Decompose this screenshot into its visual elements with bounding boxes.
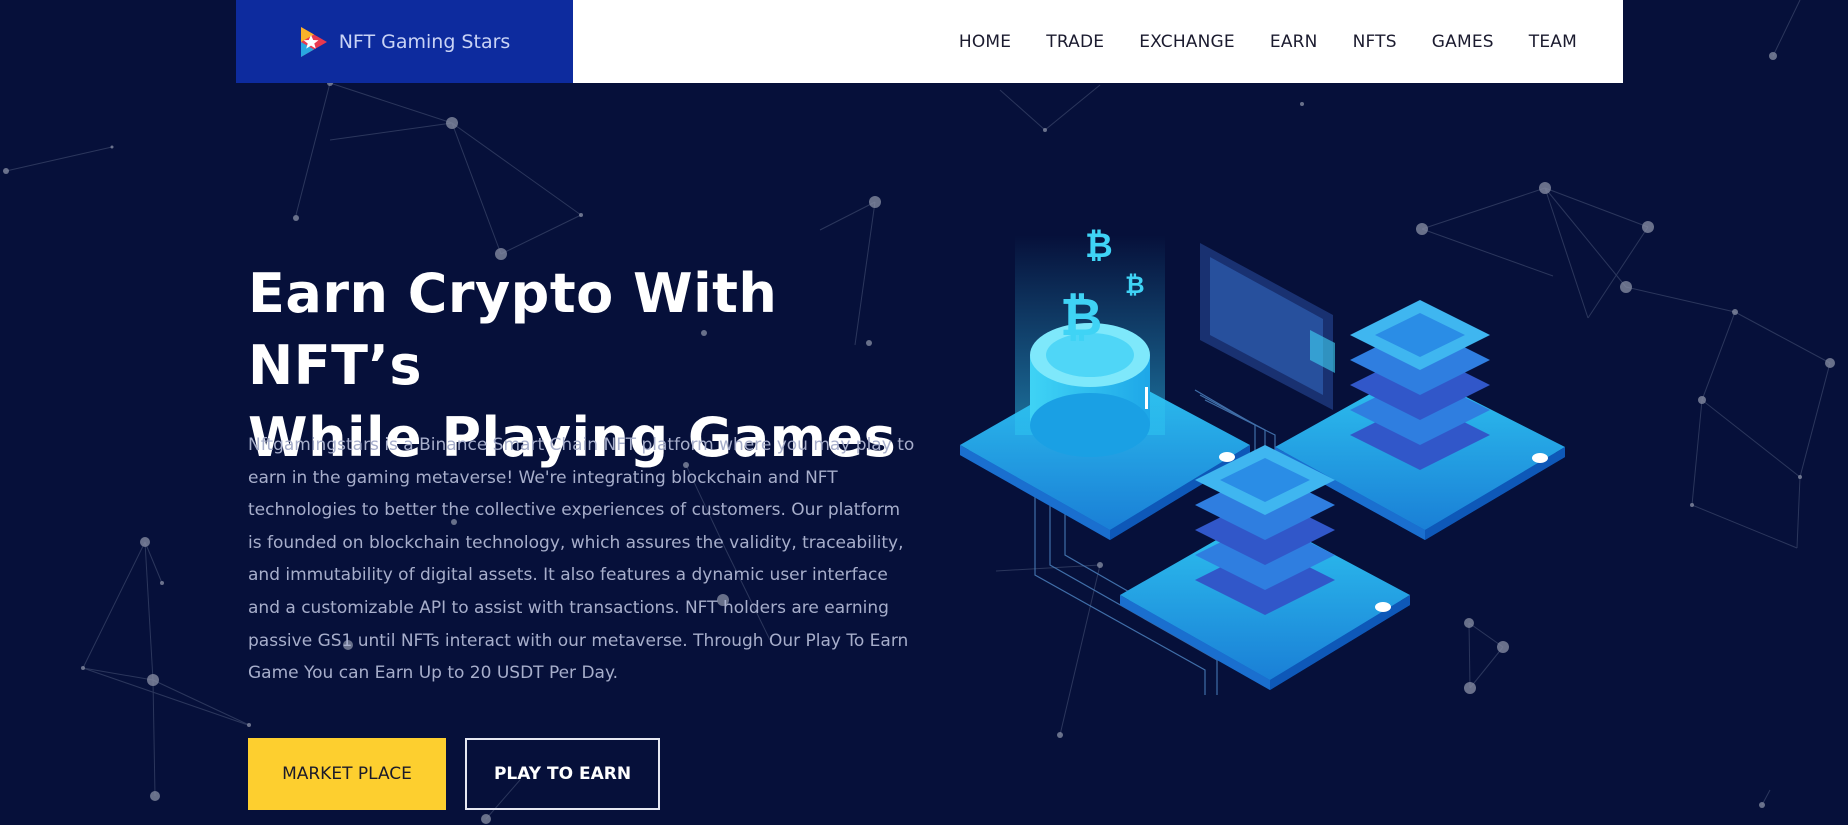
site-header: NFT Gaming Stars HOME TRADE EXCHANGE EAR… (236, 0, 1623, 83)
nav-item-exchange[interactable]: EXCHANGE (1139, 32, 1235, 52)
svg-text:₿: ₿ (1085, 226, 1113, 266)
market-place-button[interactable]: MARKET PLACE (248, 738, 446, 810)
nav-item-nfts[interactable]: NFTS (1353, 32, 1397, 52)
brand-name: NFT Gaming Stars (338, 30, 511, 53)
isometric-bitcoin-server-illustration: ₿ ₿ ₿ (960, 226, 1565, 695)
play-to-earn-button[interactable]: PLAY TO EARN (465, 738, 660, 810)
hero-title-line-1: Earn Crypto With NFT’s (248, 262, 778, 397)
nav-item-trade[interactable]: TRADE (1046, 32, 1104, 52)
hero-description: Nftgamingstars is a Binance Smart Chain … (248, 435, 915, 684)
play-star-logo-icon (300, 26, 327, 57)
nav-item-earn[interactable]: EARN (1270, 32, 1318, 52)
svg-text:₿: ₿ (1125, 271, 1145, 299)
svg-text:₿: ₿ (1060, 288, 1102, 348)
brand[interactable]: NFT Gaming Stars (236, 0, 573, 83)
main-nav: HOME TRADE EXCHANGE EARN NFTS GAMES TEAM (573, 0, 1623, 83)
floating-panel (1200, 243, 1335, 410)
nav-item-home[interactable]: HOME (959, 32, 1011, 52)
nav-item-team[interactable]: TEAM (1529, 32, 1577, 52)
nav-item-games[interactable]: GAMES (1432, 32, 1494, 52)
